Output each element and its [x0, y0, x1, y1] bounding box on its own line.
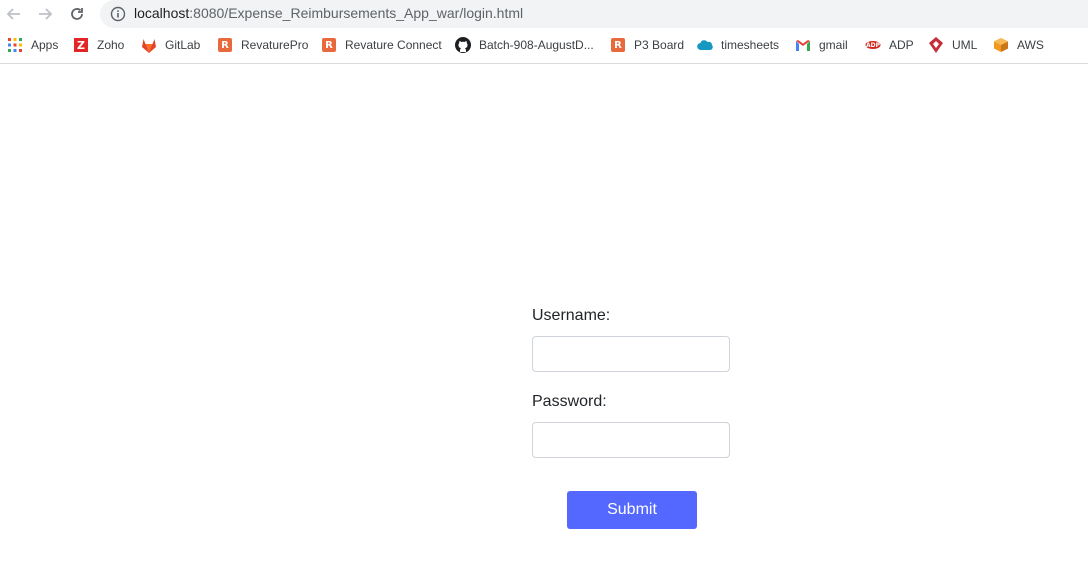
bookmark-label: Batch-908-AugustD... — [479, 38, 594, 52]
bookmark-label: GitLab — [165, 38, 201, 52]
bookmark-label: AWS — [1017, 38, 1044, 52]
bookmark-revaturepro[interactable]: R RevaturePro — [217, 37, 308, 53]
back-arrow-icon — [6, 8, 20, 20]
zoho-icon: Z — [73, 37, 89, 53]
bookmark-label: Zoho — [97, 38, 125, 52]
gmail-icon — [795, 37, 811, 53]
reload-button[interactable] — [67, 4, 87, 24]
bookmark-label: Apps — [31, 38, 59, 52]
uml-icon — [928, 37, 944, 53]
password-input[interactable] — [532, 422, 730, 458]
apps-grid-icon — [7, 37, 23, 53]
bookmark-label: RevaturePro — [241, 38, 309, 52]
browser-toolbar: localhost:8080/Expense_Reimbursements_Ap… — [0, 0, 1088, 28]
bookmark-label: Revature Connect — [345, 38, 442, 52]
github-icon — [455, 37, 471, 53]
url-host: localhost — [134, 5, 190, 21]
back-button[interactable] — [4, 4, 24, 24]
reload-icon — [71, 8, 83, 20]
bookmark-p3-board[interactable]: R P3 Board — [610, 37, 684, 53]
gitlab-icon — [141, 37, 157, 53]
revature-icon: R — [610, 37, 626, 53]
url-path: :8080/Expense_Reimbursements_App_war/log… — [189, 5, 524, 21]
salesforce-cloud-icon — [697, 37, 713, 53]
bookmark-label: gmail — [819, 38, 848, 52]
bookmark-gmail[interactable]: gmail — [795, 37, 848, 53]
username-label: Username: — [532, 307, 611, 324]
svg-text:ADP: ADP — [866, 42, 881, 49]
bookmark-batch-908[interactable]: Batch-908-AugustD... — [455, 37, 594, 53]
password-label: Password: — [532, 393, 607, 410]
adp-icon: ADP — [865, 37, 881, 53]
submit-button[interactable]: Submit — [567, 491, 697, 529]
revature-icon: R — [217, 37, 233, 53]
url-text[interactable]: localhost:8080/Expense_Reimbursements_Ap… — [134, 5, 523, 21]
revature-icon: R — [321, 37, 337, 53]
bookmark-apps[interactable]: Apps — [7, 37, 58, 53]
site-info-icon[interactable] — [110, 6, 126, 22]
bookmark-label: UML — [952, 38, 978, 52]
bookmark-timesheets[interactable]: timesheets — [697, 37, 779, 53]
bookmark-revature-connect[interactable]: R Revature Connect — [321, 37, 442, 53]
bookmark-gitlab[interactable]: GitLab — [141, 37, 200, 53]
bookmark-label: ADP — [889, 38, 914, 52]
address-bar[interactable]: localhost:8080/Expense_Reimbursements_Ap… — [100, 0, 1088, 28]
aws-icon — [993, 37, 1009, 53]
bookmark-uml[interactable]: UML — [928, 37, 977, 53]
username-input[interactable] — [532, 336, 730, 372]
forward-arrow-icon — [39, 8, 53, 20]
bookmark-adp[interactable]: ADP ADP — [865, 37, 914, 53]
forward-button[interactable] — [35, 4, 55, 24]
bookmark-aws[interactable]: AWS — [993, 37, 1044, 53]
bookmark-label: P3 Board — [634, 38, 685, 52]
bookmarks-bar: Apps Z Zoho GitLab R RevaturePro R Revat… — [0, 28, 1088, 64]
bookmark-zoho[interactable]: Z Zoho — [73, 37, 124, 53]
bookmark-label: timesheets — [721, 38, 780, 52]
